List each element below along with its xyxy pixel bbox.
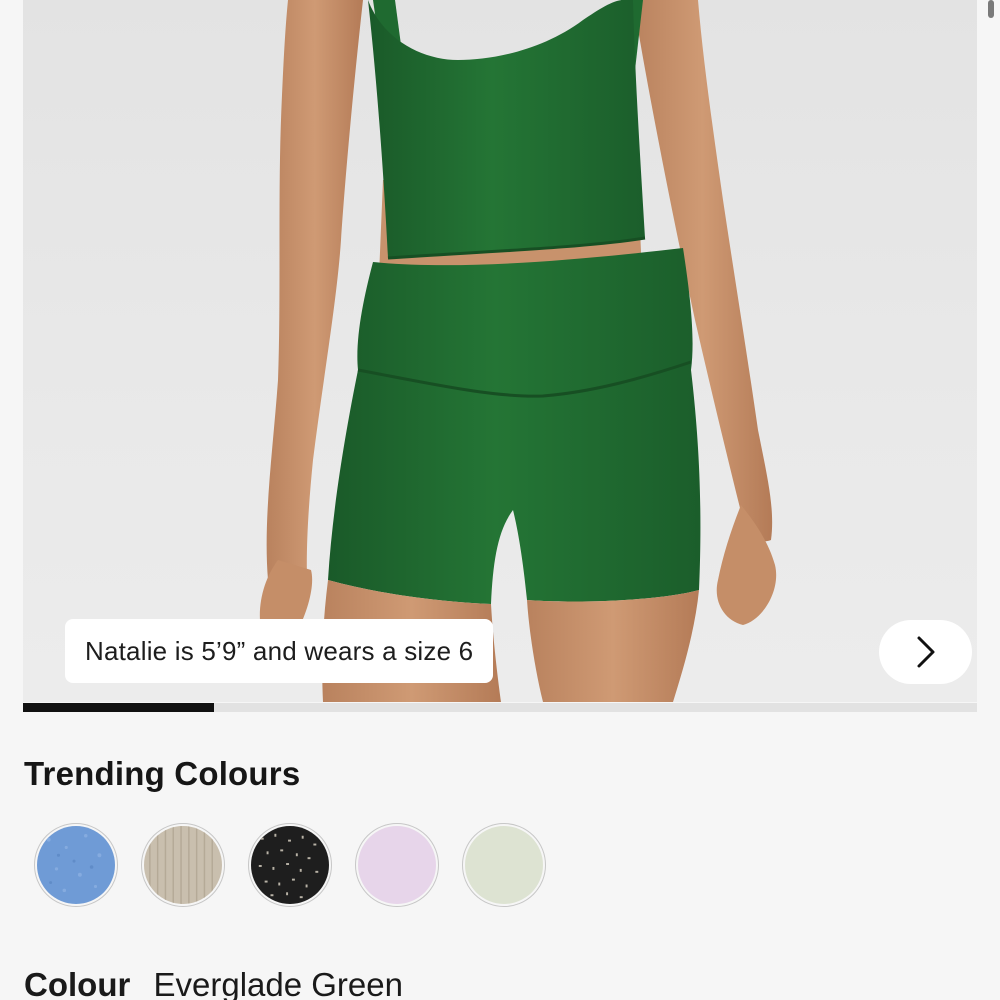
colour-swatch[interactable]: [141, 823, 225, 907]
colour-swatch[interactable]: [34, 823, 118, 907]
carousel-progress: [23, 703, 977, 712]
colour-swatch[interactable]: [462, 823, 546, 907]
colour-label: Colour: [24, 966, 131, 1000]
carousel-progress-fill: [23, 703, 214, 712]
trending-colours-title: Trending Colours: [24, 755, 301, 792]
product-page: Natalie is 5’9” and wears a size 6 Trend…: [0, 0, 1000, 1000]
product-image[interactable]: Natalie is 5’9” and wears a size 6: [23, 0, 977, 702]
colour-swatch-list: [34, 823, 546, 907]
next-image-button[interactable]: [879, 620, 972, 684]
colour-value: Everglade Green: [153, 966, 403, 1000]
model-size-caption: Natalie is 5’9” and wears a size 6: [65, 619, 494, 683]
selected-colour: Colour Everglade Green: [24, 966, 403, 1000]
chevron-right-icon: [915, 635, 937, 669]
colour-swatch[interactable]: [355, 823, 439, 907]
scrollbar-thumb[interactable]: [988, 0, 994, 18]
colour-swatch[interactable]: [248, 823, 332, 907]
